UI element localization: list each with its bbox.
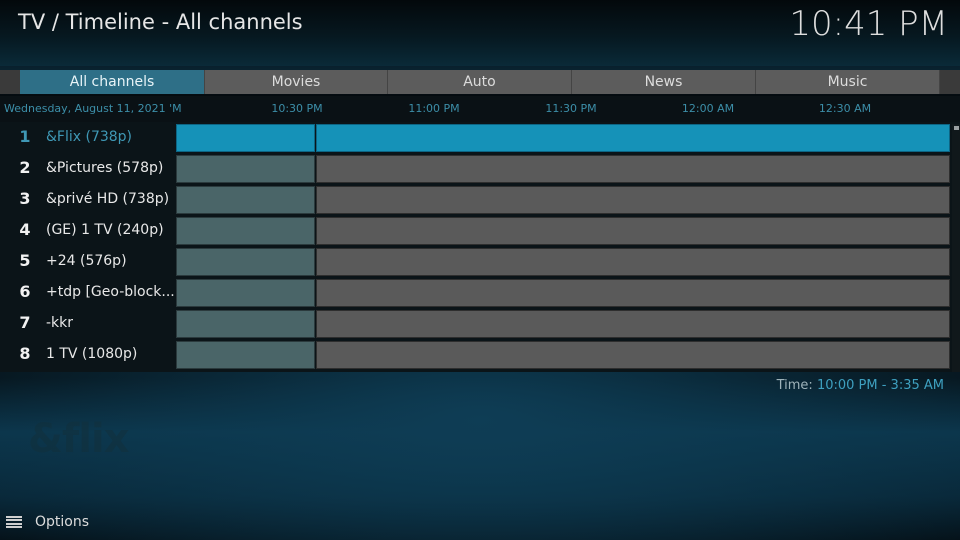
program-block-past[interactable] bbox=[176, 124, 315, 152]
program-block[interactable] bbox=[316, 186, 950, 214]
tab-movies[interactable]: Movies bbox=[205, 70, 388, 94]
channel-group-tabs: All channels Movies Auto News Music bbox=[0, 70, 960, 94]
timeline-header: Wednesday, August 11, 2021 'M 10:30 PM 1… bbox=[0, 96, 960, 122]
channel-row[interactable]: 2 &Pictures (578p) bbox=[0, 153, 175, 184]
tab-all-channels[interactable]: All channels bbox=[20, 70, 205, 94]
time-tick: 11:30 PM bbox=[545, 102, 597, 115]
channel-row[interactable]: 8 1 TV (1080p) bbox=[0, 339, 175, 370]
program-block[interactable] bbox=[316, 248, 950, 276]
time-range: Time: 10:00 PM - 3:35 AM bbox=[777, 378, 944, 393]
channel-logo: &flix bbox=[28, 416, 130, 462]
channel-number: 4 bbox=[19, 220, 31, 239]
date-label: Wednesday, August 11, 2021 'M bbox=[4, 102, 182, 115]
time-tick: 10:30 PM bbox=[271, 102, 323, 115]
channel-row[interactable]: 6 +tdp [Geo-block... bbox=[0, 277, 175, 308]
program-block-past[interactable] bbox=[176, 248, 315, 276]
channel-name: &Flix (738p) bbox=[46, 129, 133, 145]
program-block-past[interactable] bbox=[176, 155, 315, 183]
channel-number: 2 bbox=[19, 158, 31, 177]
time-tick: 12:00 AM bbox=[681, 102, 735, 115]
channel-name: +tdp [Geo-block... bbox=[46, 284, 175, 300]
program-block[interactable] bbox=[316, 217, 950, 245]
options-label: Options bbox=[35, 514, 90, 530]
channel-number: 3 bbox=[19, 189, 31, 208]
program-block[interactable] bbox=[316, 279, 950, 307]
program-block-past[interactable] bbox=[176, 341, 315, 369]
channel-number: 5 bbox=[19, 251, 31, 270]
program-block-past[interactable] bbox=[176, 279, 315, 307]
program-block-past[interactable] bbox=[176, 310, 315, 338]
program-block[interactable] bbox=[316, 341, 950, 369]
channel-name: 1 TV (1080p) bbox=[46, 346, 138, 362]
channel-name: -kkr bbox=[46, 315, 74, 331]
channel-row[interactable]: 5 +24 (576p) bbox=[0, 246, 175, 277]
hamburger-menu-icon bbox=[6, 516, 22, 528]
epg-grid: 1 &Flix (738p) 2 &Pictures (578p) 3 &pri… bbox=[0, 122, 960, 372]
program-block-past[interactable] bbox=[176, 186, 315, 214]
scrollbar[interactable] bbox=[952, 124, 960, 372]
clock: 10:41 PM bbox=[789, 4, 948, 44]
tab-music[interactable]: Music bbox=[756, 70, 940, 94]
program-block-past[interactable] bbox=[176, 217, 315, 245]
program-block[interactable] bbox=[316, 310, 950, 338]
channel-number: 7 bbox=[19, 313, 31, 332]
header: TV / Timeline - All channels 10:41 PM bbox=[0, 0, 960, 66]
tab-news[interactable]: News bbox=[572, 70, 756, 94]
time-range-value: 10:00 PM - 3:35 AM bbox=[816, 378, 944, 393]
time-tick: 11:00 PM bbox=[408, 102, 460, 115]
channel-row[interactable]: 4 (GE) 1 TV (240p) bbox=[0, 215, 175, 246]
program-block[interactable] bbox=[316, 124, 950, 152]
time-tick: 12:30 AM bbox=[818, 102, 872, 115]
tab-auto[interactable]: Auto bbox=[388, 70, 572, 94]
channel-name: &privé HD (738p) bbox=[46, 191, 170, 207]
page-title: TV / Timeline - All channels bbox=[18, 10, 303, 34]
program-block[interactable] bbox=[316, 155, 950, 183]
options-button[interactable]: Options bbox=[6, 512, 89, 532]
channel-number: 6 bbox=[19, 282, 31, 301]
channel-row[interactable]: 3 &privé HD (738p) bbox=[0, 184, 175, 215]
channel-number: 1 bbox=[19, 127, 31, 146]
channel-name: (GE) 1 TV (240p) bbox=[46, 222, 164, 238]
channel-name: +24 (576p) bbox=[46, 253, 127, 269]
channel-row[interactable]: 7 -kkr bbox=[0, 308, 175, 339]
channel-row[interactable]: 1 &Flix (738p) bbox=[0, 122, 175, 153]
channel-number: 8 bbox=[19, 344, 31, 363]
scrollbar-thumb[interactable] bbox=[954, 126, 959, 130]
time-range-label: Time: bbox=[776, 378, 813, 393]
channel-name: &Pictures (578p) bbox=[46, 160, 164, 176]
